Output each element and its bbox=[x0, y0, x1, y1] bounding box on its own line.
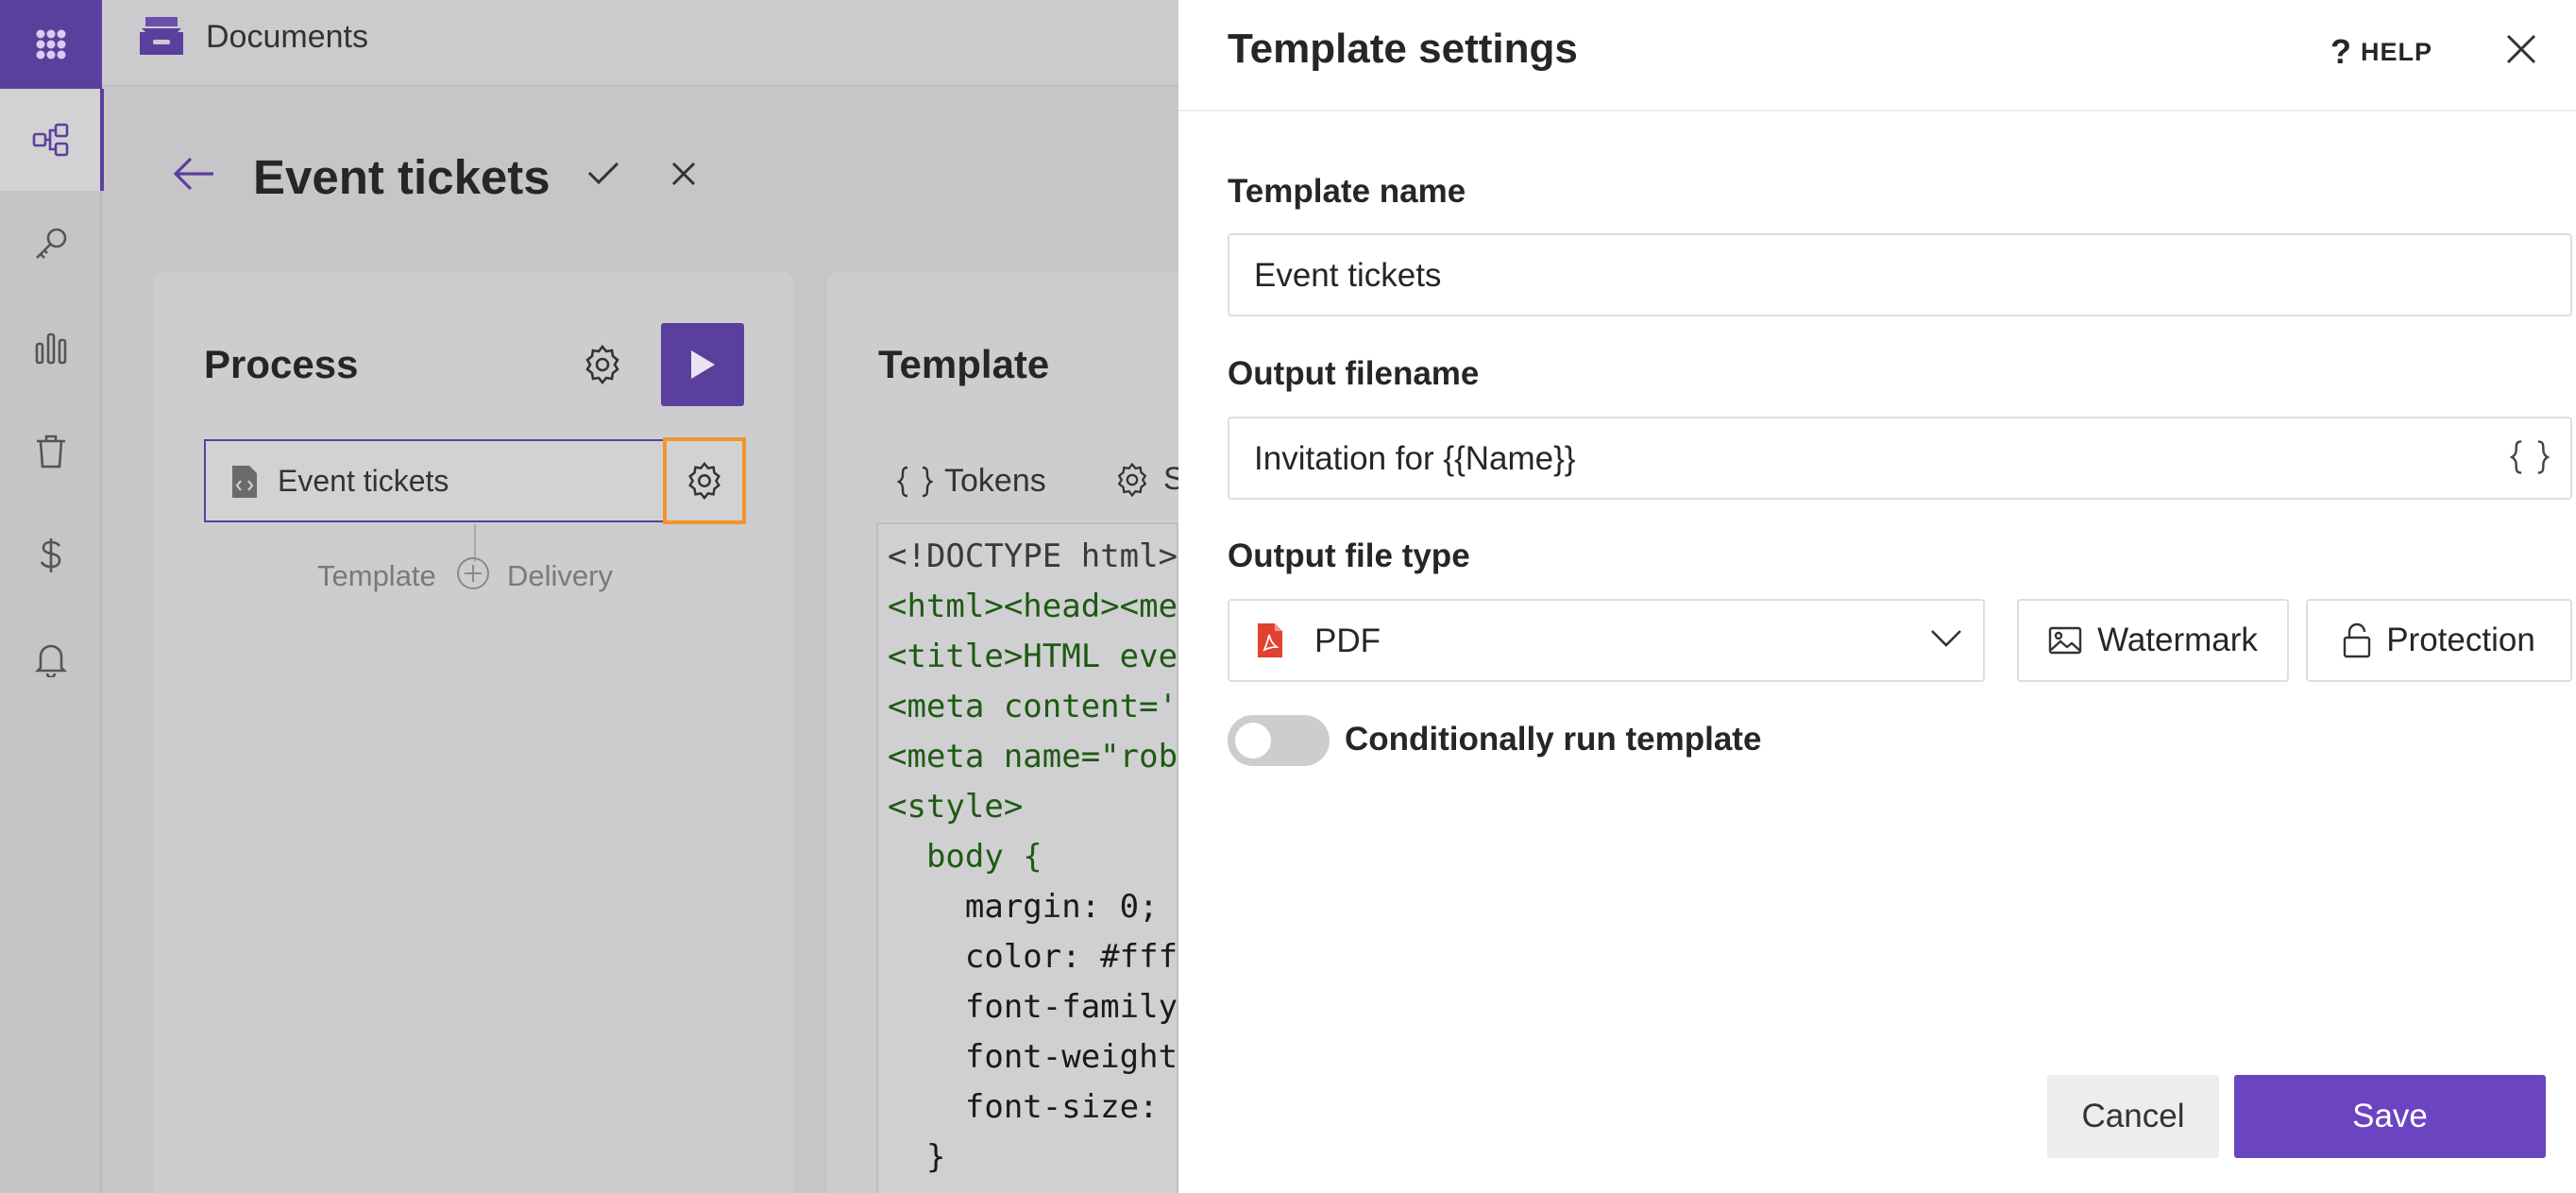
sidebar-item-trash[interactable] bbox=[0, 401, 102, 503]
template-name-value: Event tickets bbox=[1254, 257, 1442, 294]
output-filename-value: Invitation for {{Name}} bbox=[1254, 440, 1576, 477]
top-bar: Documents bbox=[102, 0, 1178, 87]
code-line: font-family bbox=[888, 988, 1178, 1026]
sidebar-item-workflows[interactable] bbox=[0, 89, 104, 191]
run-process-button[interactable] bbox=[661, 323, 744, 406]
watermark-button[interactable]: Watermark bbox=[2017, 599, 2289, 682]
code-line: font-size: bbox=[888, 1088, 1159, 1126]
play-icon bbox=[691, 350, 715, 379]
drawer-header: Template settings ? HELP bbox=[1178, 0, 2576, 111]
module-title: Documents bbox=[206, 19, 368, 55]
workflow-icon bbox=[32, 123, 69, 157]
template-name-label: Template name bbox=[1228, 173, 1466, 210]
tab-settings[interactable]: S bbox=[1114, 461, 1185, 498]
html-file-icon bbox=[232, 466, 257, 498]
code-line: } bbox=[888, 1138, 946, 1176]
cancel-title-icon[interactable] bbox=[670, 161, 697, 187]
output-file-type-select[interactable]: PDF bbox=[1228, 599, 1985, 682]
output-filename-label: Output filename bbox=[1228, 355, 1480, 392]
app-sidebar bbox=[0, 0, 104, 1193]
template-heading: Template bbox=[878, 342, 1050, 386]
code-line: <html><head><me bbox=[888, 588, 1178, 625]
pdf-icon bbox=[1258, 623, 1282, 657]
dollar-icon bbox=[40, 538, 61, 572]
output-file-type-label: Output file type bbox=[1228, 537, 1470, 574]
watermark-label: Watermark bbox=[2097, 622, 2258, 658]
braces-icon bbox=[897, 466, 933, 497]
protection-button[interactable]: Protection bbox=[2306, 599, 2572, 682]
help-icon: ? bbox=[2330, 32, 2351, 71]
sidebar-item-keys[interactable] bbox=[0, 193, 102, 295]
toggle-knob bbox=[1235, 723, 1271, 758]
code-line: color: #fff bbox=[888, 938, 1178, 976]
template-settings-drawer: Template settings ? HELP Template name E… bbox=[1178, 0, 2576, 1193]
documents-logo-icon bbox=[140, 17, 183, 55]
code-line: <!DOCTYPE html> bbox=[888, 537, 1178, 575]
code-line: <meta content=' bbox=[888, 688, 1178, 725]
key-icon bbox=[36, 228, 67, 259]
tab-tokens[interactable]: Tokens bbox=[897, 463, 1046, 500]
process-panel bbox=[153, 272, 793, 1193]
trash-icon bbox=[37, 435, 65, 469]
save-button[interactable]: Save bbox=[2234, 1075, 2546, 1158]
output-file-type-value: PDF bbox=[1314, 622, 1381, 659]
template-name-input[interactable]: Event tickets bbox=[1228, 233, 2572, 316]
image-icon bbox=[2048, 626, 2082, 655]
code-line: <title>HTML eve bbox=[888, 638, 1178, 675]
process-step-label: Event tickets bbox=[278, 464, 449, 498]
process-settings-gear-icon[interactable] bbox=[582, 344, 623, 385]
connector-label-template: Template bbox=[317, 559, 436, 592]
lock-icon bbox=[2344, 622, 2371, 658]
cancel-button[interactable]: Cancel bbox=[2047, 1075, 2219, 1158]
sidebar-item-analytics[interactable] bbox=[0, 297, 102, 399]
help-label: HELP bbox=[2361, 37, 2433, 66]
conditional-run-label: Conditionally run template bbox=[1345, 721, 1762, 758]
protection-label: Protection bbox=[2386, 622, 2535, 658]
sidebar-item-billing[interactable] bbox=[0, 504, 102, 606]
help-link[interactable]: ? HELP bbox=[2330, 32, 2432, 72]
template-code-editor[interactable]: <!DOCTYPE html> <html><head><me <title>H… bbox=[876, 522, 1178, 1193]
code-line: <style> bbox=[888, 788, 1024, 826]
back-arrow-icon[interactable] bbox=[172, 155, 217, 193]
tab-tokens-label: Tokens bbox=[944, 463, 1046, 499]
conditional-run-toggle[interactable] bbox=[1228, 715, 1330, 766]
gear-icon bbox=[1117, 462, 1147, 497]
code-line: <meta name="rob bbox=[888, 738, 1178, 775]
code-line: body { bbox=[888, 838, 1042, 876]
confirm-title-icon[interactable] bbox=[585, 159, 621, 187]
apps-grid-icon bbox=[36, 29, 66, 60]
gear-icon bbox=[688, 461, 720, 501]
insert-token-braces-icon[interactable] bbox=[2510, 439, 2550, 475]
process-heading: Process bbox=[204, 342, 359, 386]
drawer-title: Template settings bbox=[1228, 26, 1578, 72]
sidebar-item-notifications[interactable] bbox=[0, 608, 102, 710]
bell-icon bbox=[35, 644, 67, 677]
apps-menu-button[interactable] bbox=[0, 0, 102, 89]
bar-chart-icon bbox=[35, 332, 67, 365]
output-filename-input[interactable]: Invitation for {{Name}} bbox=[1228, 417, 2572, 500]
step-settings-button[interactable] bbox=[663, 437, 746, 524]
close-icon[interactable] bbox=[2504, 32, 2538, 66]
chevron-down-icon bbox=[1931, 630, 1961, 647]
page-title: Event tickets bbox=[253, 150, 551, 204]
connector-label-delivery: Delivery bbox=[507, 559, 613, 592]
code-line: margin: 0; bbox=[888, 888, 1159, 926]
code-line: font-weight bbox=[888, 1038, 1178, 1076]
add-step-plus-icon[interactable] bbox=[455, 555, 491, 591]
